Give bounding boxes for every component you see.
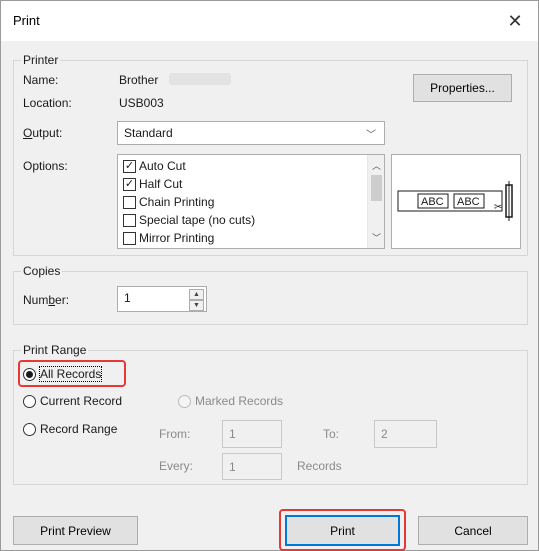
radio-marked-records-circle[interactable]: [178, 394, 191, 408]
print-preview-label: Print Preview: [40, 523, 111, 538]
current-record-label: Current Record: [40, 394, 123, 408]
every-value: 1: [229, 459, 236, 474]
every-label: Every:: [159, 459, 194, 473]
title-bar: Print ✕: [1, 1, 538, 41]
option-label: Auto Cut: [139, 159, 186, 173]
to-value: 2: [381, 427, 388, 441]
output-select[interactable]: Standard ﹀: [117, 121, 385, 145]
radio-record-range[interactable]: Record Range: [23, 422, 117, 436]
every-input[interactable]: 1: [222, 453, 282, 480]
spin-down-icon[interactable]: ▼: [189, 300, 204, 311]
print-preview-button[interactable]: Print Preview: [13, 516, 138, 545]
print-dialog: Print ✕ Printer Name: Brother Location: …: [0, 0, 539, 551]
scrollbar-thumb[interactable]: [371, 175, 382, 201]
radio-marked-records[interactable]: Marked Records: [178, 394, 283, 408]
location-label: Location:: [23, 96, 72, 110]
radio-all-records-circle[interactable]: [23, 367, 36, 381]
spin-up-icon[interactable]: ▲: [189, 289, 204, 300]
auto-cut-checkbox[interactable]: ✓: [123, 159, 136, 173]
option-label: Special tape (no cuts): [139, 213, 256, 227]
print-button[interactable]: Print: [285, 515, 400, 546]
records-label: Records: [297, 459, 342, 473]
printer-location-value: USB003: [119, 96, 164, 110]
to-input[interactable]: 2: [374, 420, 437, 448]
output-label-rest: utput:: [32, 126, 63, 140]
redacted-printer-model: [169, 73, 231, 85]
option-special-tape[interactable]: Special tape (no cuts): [120, 211, 255, 229]
radio-current-record-circle[interactable]: [23, 394, 36, 408]
option-chain-printing[interactable]: Chain Printing: [120, 193, 255, 211]
printer-name-value: Brother: [119, 73, 159, 87]
scroll-down-icon[interactable]: ﹀: [368, 229, 384, 246]
option-auto-cut[interactable]: ✓ Auto Cut: [120, 157, 255, 175]
copies-number-value: 1: [124, 291, 131, 305]
radio-current-record[interactable]: Current Record: [23, 394, 122, 408]
svg-text:✂: ✂: [494, 202, 502, 213]
from-input[interactable]: 1: [222, 420, 282, 448]
number-label: Number:: [23, 293, 70, 307]
record-range-label: Record Range: [40, 422, 118, 436]
from-value: 1: [229, 427, 236, 441]
print-button-label: Print: [330, 523, 355, 538]
chevron-down-icon: ﹀: [366, 130, 376, 141]
radio-record-range-circle[interactable]: [23, 422, 36, 436]
copies-group-label: Copies: [21, 264, 63, 278]
tape-preview: ABC ABC ✂: [391, 154, 521, 249]
cancel-button[interactable]: Cancel: [418, 516, 528, 545]
output-select-value: Standard: [124, 126, 173, 140]
option-half-cut[interactable]: ✓ Half Cut: [120, 175, 255, 193]
name-label: Name:: [23, 73, 59, 87]
print-range-group-label: Print Range: [21, 343, 89, 357]
radio-all-records[interactable]: All Records: [23, 366, 103, 382]
option-mirror-printing[interactable]: Mirror Printing: [120, 229, 255, 247]
close-icon[interactable]: ✕: [492, 1, 538, 41]
marked-records-label: Marked Records: [195, 394, 284, 408]
copies-number-spinner[interactable]: 1 ▲ ▼: [117, 286, 207, 312]
preview-abc-2: ABC: [457, 196, 480, 208]
copies-group: [13, 271, 528, 325]
options-label: Options:: [23, 159, 68, 173]
option-label: Chain Printing: [139, 195, 215, 209]
chain-printing-checkbox[interactable]: [123, 195, 136, 209]
half-cut-checkbox[interactable]: ✓: [123, 177, 136, 191]
properties-button-label: Properties...: [430, 81, 495, 95]
options-listbox[interactable]: ✓ Auto Cut ✓ Half Cut Chain Printing Spe…: [117, 154, 385, 249]
properties-button[interactable]: Properties...: [413, 74, 512, 102]
all-records-label: All Records: [38, 366, 103, 382]
mirror-printing-checkbox[interactable]: [123, 231, 136, 245]
output-label: Output:: [23, 126, 63, 140]
option-label: Mirror Printing: [139, 231, 215, 245]
options-scrollbar[interactable]: ︿ ﹀: [367, 155, 384, 248]
option-label: Half Cut: [139, 177, 183, 191]
to-label: To:: [323, 427, 340, 441]
preview-abc-1: ABC: [421, 196, 444, 208]
dialog-title: Print: [13, 13, 40, 28]
from-label: From:: [159, 427, 191, 441]
scroll-up-icon[interactable]: ︿: [368, 157, 384, 174]
printer-group-label: Printer: [21, 53, 61, 67]
special-tape-checkbox[interactable]: [123, 213, 136, 227]
cancel-button-label: Cancel: [454, 523, 492, 538]
tape-preview-graphic: ABC ABC ✂: [392, 155, 520, 248]
